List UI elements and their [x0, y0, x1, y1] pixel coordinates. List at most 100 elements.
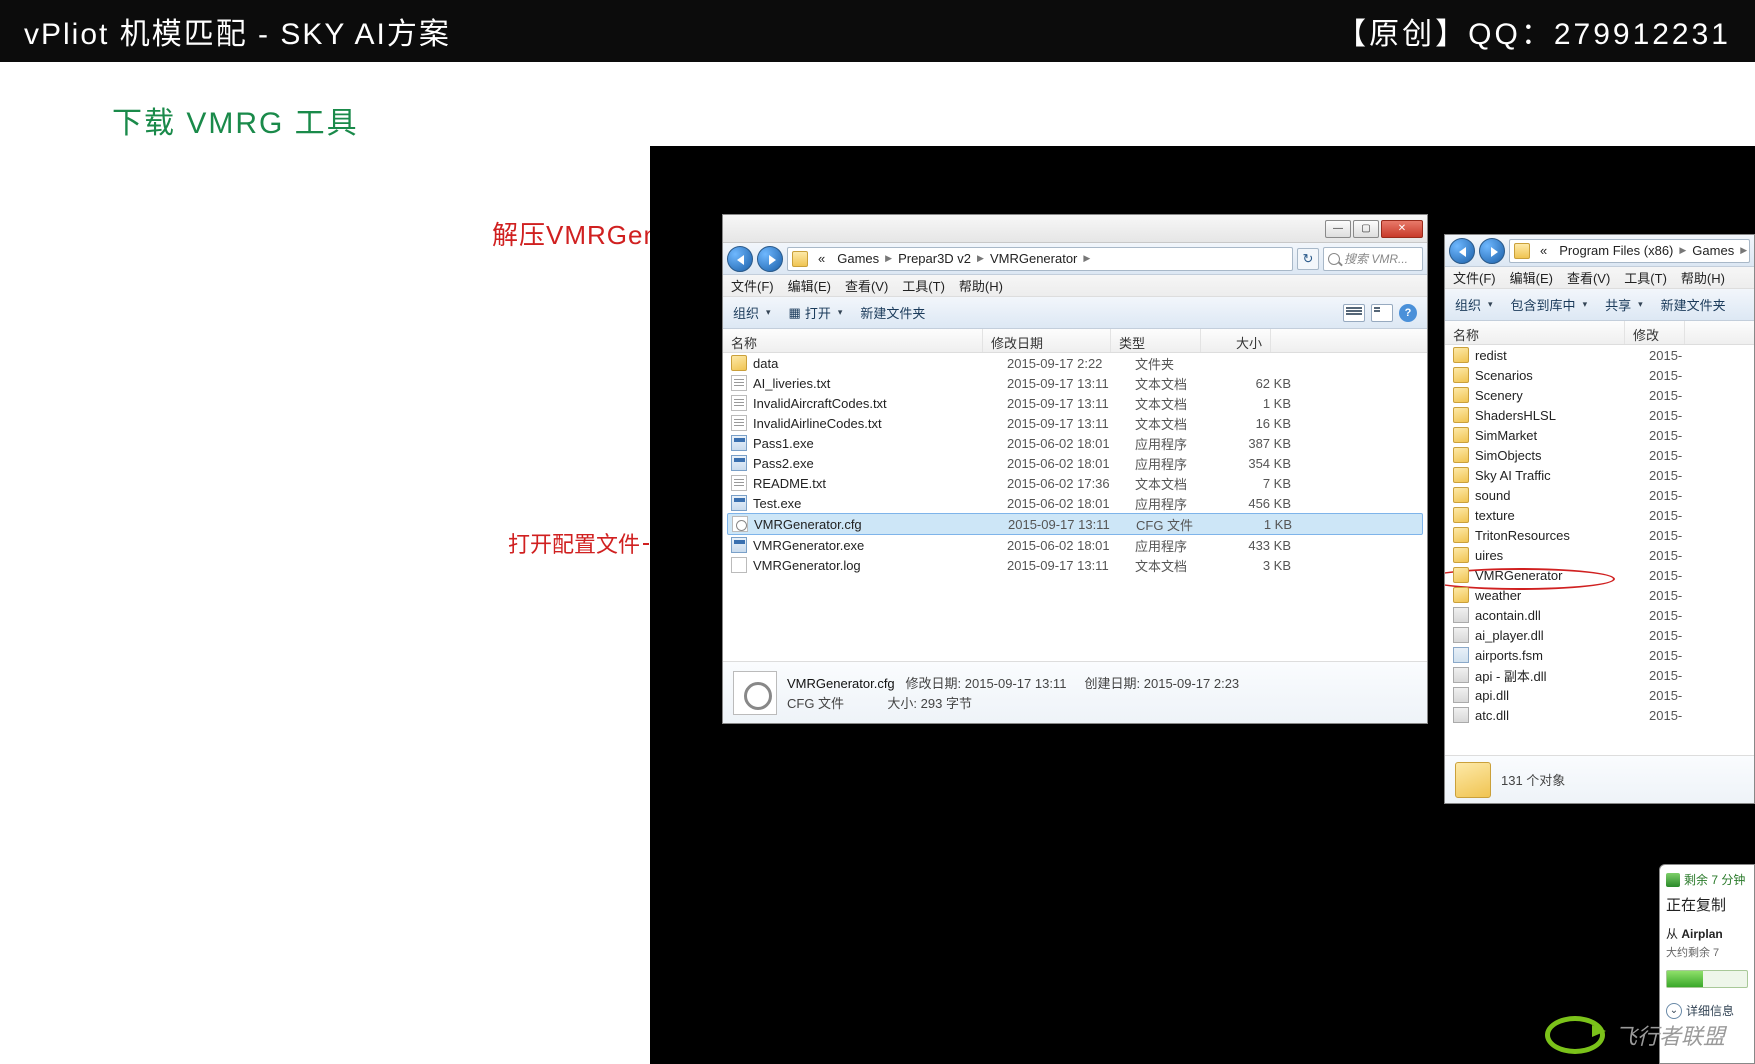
file-date: 2015- — [1649, 488, 1709, 503]
file-row[interactable]: Sky AI Traffic2015- — [1445, 465, 1754, 485]
file-row[interactable]: api.dll2015- — [1445, 685, 1754, 705]
file-row[interactable]: Test.exe2015-06-02 18:01应用程序456 KB — [723, 493, 1427, 513]
help-icon[interactable]: ? — [1399, 304, 1417, 322]
new-folder-button[interactable]: 新建文件夹 — [860, 303, 925, 322]
include-library-button[interactable]: 包含到库中 — [1511, 295, 1588, 314]
nav-bar: « Games▶ Prepar3D v2▶ VMRGenerator▶ ↻ 搜索… — [723, 243, 1427, 275]
col-name[interactable]: 名称 — [1445, 321, 1625, 344]
nav-bar: « Program Files (x86)▶ Games▶ — [1445, 235, 1754, 267]
file-row[interactable]: weather2015- — [1445, 585, 1754, 605]
col-name[interactable]: 名称 — [723, 329, 983, 352]
file-row[interactable]: AI_liveries.txt2015-09-17 13:11文本文档62 KB — [723, 373, 1427, 393]
file-list: data2015-09-17 2:22文件夹AI_liveries.txt201… — [723, 353, 1427, 661]
file-row[interactable]: InvalidAirlineCodes.txt2015-09-17 13:11文… — [723, 413, 1427, 433]
file-date: 2015- — [1649, 708, 1709, 723]
file-row[interactable]: Pass2.exe2015-06-02 18:01应用程序354 KB — [723, 453, 1427, 473]
folder-icon — [1453, 447, 1469, 463]
menu-help[interactable]: 帮助(H) — [1681, 267, 1725, 288]
breadcrumb-part[interactable]: Games — [831, 251, 885, 266]
file-size: 433 KB — [1225, 538, 1291, 553]
open-button[interactable]: ▦ 打开 — [789, 303, 843, 322]
file-row[interactable]: InvalidAircraftCodes.txt2015-09-17 13:11… — [723, 393, 1427, 413]
details-size-label: 大小: — [887, 696, 917, 711]
new-folder-button[interactable]: 新建文件夹 — [1661, 295, 1726, 314]
file-row[interactable]: SimObjects2015- — [1445, 445, 1754, 465]
file-name: Test.exe — [753, 496, 1007, 511]
file-size: 354 KB — [1225, 456, 1291, 471]
back-button[interactable] — [1449, 238, 1475, 264]
organize-button[interactable]: 组织 — [733, 303, 771, 322]
close-button[interactable]: ✕ — [1381, 220, 1423, 238]
file-row[interactable]: ai_player.dll2015- — [1445, 625, 1754, 645]
col-date[interactable]: 修改日期 — [983, 329, 1111, 352]
file-size: 3 KB — [1225, 558, 1291, 573]
file-row[interactable]: VMRGenerator2015- — [1445, 565, 1754, 585]
file-row[interactable]: VMRGenerator.log2015-09-17 13:11文本文档3 KB — [723, 555, 1427, 575]
refresh-button[interactable]: ↻ — [1297, 248, 1319, 270]
details-create-label: 创建日期: — [1085, 676, 1141, 691]
file-row[interactable]: airports.fsm2015- — [1445, 645, 1754, 665]
file-row[interactable]: atc.dll2015- — [1445, 705, 1754, 725]
file-row[interactable]: uires2015- — [1445, 545, 1754, 565]
file-row[interactable]: redist2015- — [1445, 345, 1754, 365]
file-row[interactable]: VMRGenerator.exe2015-06-02 18:01应用程序433 … — [723, 535, 1427, 555]
item-count: 131 个对象 — [1501, 770, 1565, 789]
menu-file[interactable]: 文件(F) — [1453, 267, 1496, 288]
col-size[interactable]: 大小 — [1201, 329, 1271, 352]
top-bar: vPliot 机模匹配 - SKY AI方案 【原创】QQ：279912231 — [0, 0, 1755, 62]
search-input[interactable]: 搜索 VMR... — [1323, 247, 1423, 271]
menu-tools[interactable]: 工具(T) — [902, 275, 945, 296]
file-row[interactable]: api - 副本.dll2015- — [1445, 665, 1754, 685]
breadcrumb[interactable]: « Games▶ Prepar3D v2▶ VMRGenerator▶ — [787, 247, 1293, 271]
minimize-button[interactable]: — — [1325, 220, 1351, 238]
col-type[interactable]: 类型 — [1111, 329, 1201, 352]
breadcrumb[interactable]: « Program Files (x86)▶ Games▶ — [1509, 239, 1750, 263]
copy-from-value: Airplan — [1681, 927, 1722, 941]
file-row[interactable]: sound2015- — [1445, 485, 1754, 505]
forward-button[interactable] — [1479, 238, 1505, 264]
file-name: ShadersHLSL — [1475, 408, 1649, 423]
file-row[interactable]: Pass1.exe2015-06-02 18:01应用程序387 KB — [723, 433, 1427, 453]
file-row[interactable]: README.txt2015-06-02 17:36文本文档7 KB — [723, 473, 1427, 493]
file-name: sound — [1475, 488, 1649, 503]
share-button[interactable]: 共享 — [1605, 295, 1643, 314]
file-name: api - 副本.dll — [1475, 666, 1649, 685]
menu-view[interactable]: 查看(V) — [1567, 267, 1610, 288]
preview-pane-button[interactable] — [1371, 304, 1393, 322]
menu-tools[interactable]: 工具(T) — [1624, 267, 1667, 288]
file-row[interactable]: ShadersHLSL2015- — [1445, 405, 1754, 425]
menu-help[interactable]: 帮助(H) — [959, 275, 1003, 296]
back-button[interactable] — [727, 246, 753, 272]
file-row[interactable]: texture2015- — [1445, 505, 1754, 525]
file-size: 1 KB — [1225, 396, 1291, 411]
file-row[interactable]: Scenarios2015- — [1445, 365, 1754, 385]
logo-icon — [1545, 1016, 1605, 1054]
file-date: 2015-06-02 18:01 — [1007, 538, 1135, 553]
menu-edit[interactable]: 编辑(E) — [1510, 267, 1553, 288]
details-size-value: 293 字节 — [921, 696, 972, 711]
forward-button[interactable] — [757, 246, 783, 272]
breadcrumb-part[interactable]: VMRGenerator — [984, 251, 1083, 266]
menu-view[interactable]: 查看(V) — [845, 275, 888, 296]
view-options-button[interactable] — [1343, 304, 1365, 322]
organize-button[interactable]: 组织 — [1455, 295, 1493, 314]
file-row[interactable]: TritonResources2015- — [1445, 525, 1754, 545]
file-row[interactable]: acontain.dll2015- — [1445, 605, 1754, 625]
file-date: 2015-09-17 13:11 — [1007, 558, 1135, 573]
menu-file[interactable]: 文件(F) — [731, 275, 774, 296]
file-type: 文本文档 — [1135, 374, 1225, 393]
explorer-window-vmrgenerator: — ▢ ✕ « Games▶ Prepar3D v2▶ VMRGenerator… — [722, 214, 1428, 724]
col-date[interactable]: 修改 — [1625, 321, 1685, 344]
file-row[interactable]: VMRGenerator.cfg2015-09-17 13:11CFG 文件1 … — [727, 513, 1423, 535]
file-row[interactable]: Scenery2015- — [1445, 385, 1754, 405]
file-row[interactable]: data2015-09-17 2:22文件夹 — [723, 353, 1427, 373]
maximize-button[interactable]: ▢ — [1353, 220, 1379, 238]
file-date: 2015-09-17 13:11 — [1008, 517, 1136, 532]
file-date: 2015-09-17 2:22 — [1007, 356, 1135, 371]
file-row[interactable]: SimMarket2015- — [1445, 425, 1754, 445]
breadcrumb-part[interactable]: Program Files (x86) — [1553, 243, 1679, 258]
breadcrumb-part[interactable]: Prepar3D v2 — [892, 251, 977, 266]
txt-icon — [731, 415, 747, 431]
breadcrumb-part[interactable]: Games — [1686, 243, 1740, 258]
menu-edit[interactable]: 编辑(E) — [788, 275, 831, 296]
